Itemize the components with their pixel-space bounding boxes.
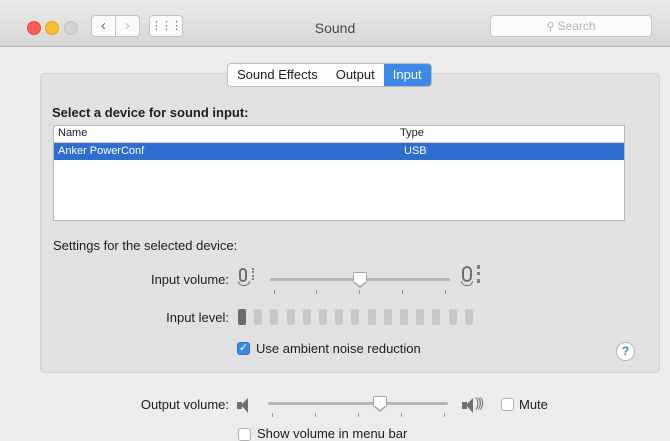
thumb-tip [353, 281, 367, 288]
tick [401, 413, 402, 417]
input-level-bar [302, 309, 311, 325]
column-name[interactable]: Name [58, 127, 87, 139]
output-volume-track [268, 402, 448, 405]
input-level-bar [238, 309, 246, 325]
tick [402, 290, 403, 294]
input-level-label: Input level: [166, 310, 229, 325]
input-level-bar [335, 309, 344, 325]
speaker-high-icon [462, 398, 473, 413]
input-level-bar [367, 309, 376, 325]
column-type[interactable]: Type [400, 127, 424, 139]
input-level-bar [383, 309, 392, 325]
tick [316, 290, 317, 294]
input-level-bar [286, 309, 295, 325]
microphone-high-icon [461, 266, 473, 286]
tab-output[interactable]: Output [327, 64, 384, 86]
input-level-bar [432, 309, 441, 325]
device-type: USB [404, 145, 427, 157]
input-level-bar [464, 309, 473, 325]
noise-reduction-label[interactable]: Use ambient noise reduction [256, 341, 421, 356]
microphone-low-dots [252, 268, 257, 280]
input-volume-label: Input volume: [150, 272, 229, 287]
tick [272, 413, 273, 417]
input-level-bar [319, 309, 327, 325]
search-field[interactable]: ⚲ Search [490, 15, 652, 37]
speaker-low-icon [237, 398, 248, 413]
table-row[interactable]: Anker PowerConf USB [54, 143, 624, 160]
mute-label[interactable]: Mute [519, 397, 548, 412]
sound-waves-icon: ))) [475, 395, 484, 410]
tick [359, 290, 360, 294]
tab-bar: Sound Effects Output Input [227, 63, 432, 87]
output-volume-label: Output volume: [140, 397, 229, 412]
input-level-bar [448, 309, 457, 325]
tick [445, 290, 446, 294]
mute-checkbox[interactable] [501, 398, 514, 411]
input-level-bar [416, 309, 425, 325]
show-volume-checkbox[interactable] [238, 428, 251, 441]
noise-reduction-checkbox[interactable]: ✓ [237, 342, 250, 355]
tick [274, 290, 275, 294]
title-bar: ‹ › ⋮⋮⋮ Sound ⚲ Search [0, 0, 670, 47]
tab-input[interactable]: Input [383, 64, 431, 86]
search-placeholder: Search [557, 19, 596, 33]
device-table[interactable]: Name Type Anker PowerConf USB [53, 125, 625, 221]
settings-label: Settings for the selected device: [53, 238, 238, 253]
magnifier-icon: ⚲ [546, 21, 555, 33]
input-level-bar [400, 309, 408, 325]
device-name: Anker PowerConf [58, 145, 145, 157]
input-level-bar [270, 309, 279, 325]
input-level-bar [254, 309, 263, 325]
tab-sound-effects[interactable]: Sound Effects [228, 64, 327, 86]
device-heading: Select a device for sound input: [52, 105, 249, 120]
input-level-bar [351, 309, 360, 325]
microphone-high-dots [477, 265, 483, 283]
microphone-low-icon [238, 268, 250, 286]
table-header: Name Type [54, 126, 624, 143]
tick [444, 413, 445, 417]
help-button[interactable]: ? [616, 342, 635, 361]
tick [315, 413, 316, 417]
thumb-tip [372, 405, 387, 412]
tick [358, 413, 359, 417]
